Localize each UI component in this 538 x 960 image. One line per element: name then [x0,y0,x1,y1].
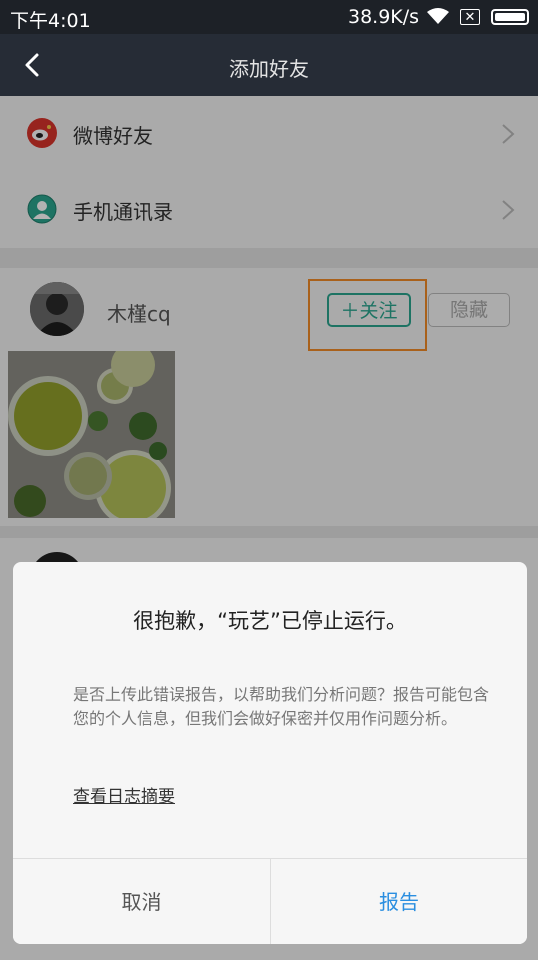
wifi-icon [425,6,451,30]
status-bar: 下午4:01 38.9K/s ✕ [0,0,538,34]
page-title: 添加好友 [229,57,309,81]
battery-icon [491,9,529,25]
view-log-summary-link[interactable]: 查看日志摘要 [73,782,175,807]
dialog-message: 是否上传此错误报告，以帮助我们分析问题？报告可能包含您的个人信息，但我们会做好保… [73,685,490,728]
status-network-speed: 38.9K/s [348,6,420,28]
crash-dialog: 很抱歉，“玩艺”已停止运行。 是否上传此错误报告，以帮助我们分析问题？报告可能包… [13,562,527,944]
dialog-button-bar: 取消 报告 [13,858,527,944]
status-time: 下午4:01 [10,10,91,32]
nav-bar: 添加好友 [0,34,538,96]
dialog-title: 很抱歉，“玩艺”已停止运行。 [133,609,407,633]
no-sim-icon: ✕ [460,9,480,25]
report-button[interactable]: 报告 [270,859,527,944]
cancel-button[interactable]: 取消 [13,859,270,944]
